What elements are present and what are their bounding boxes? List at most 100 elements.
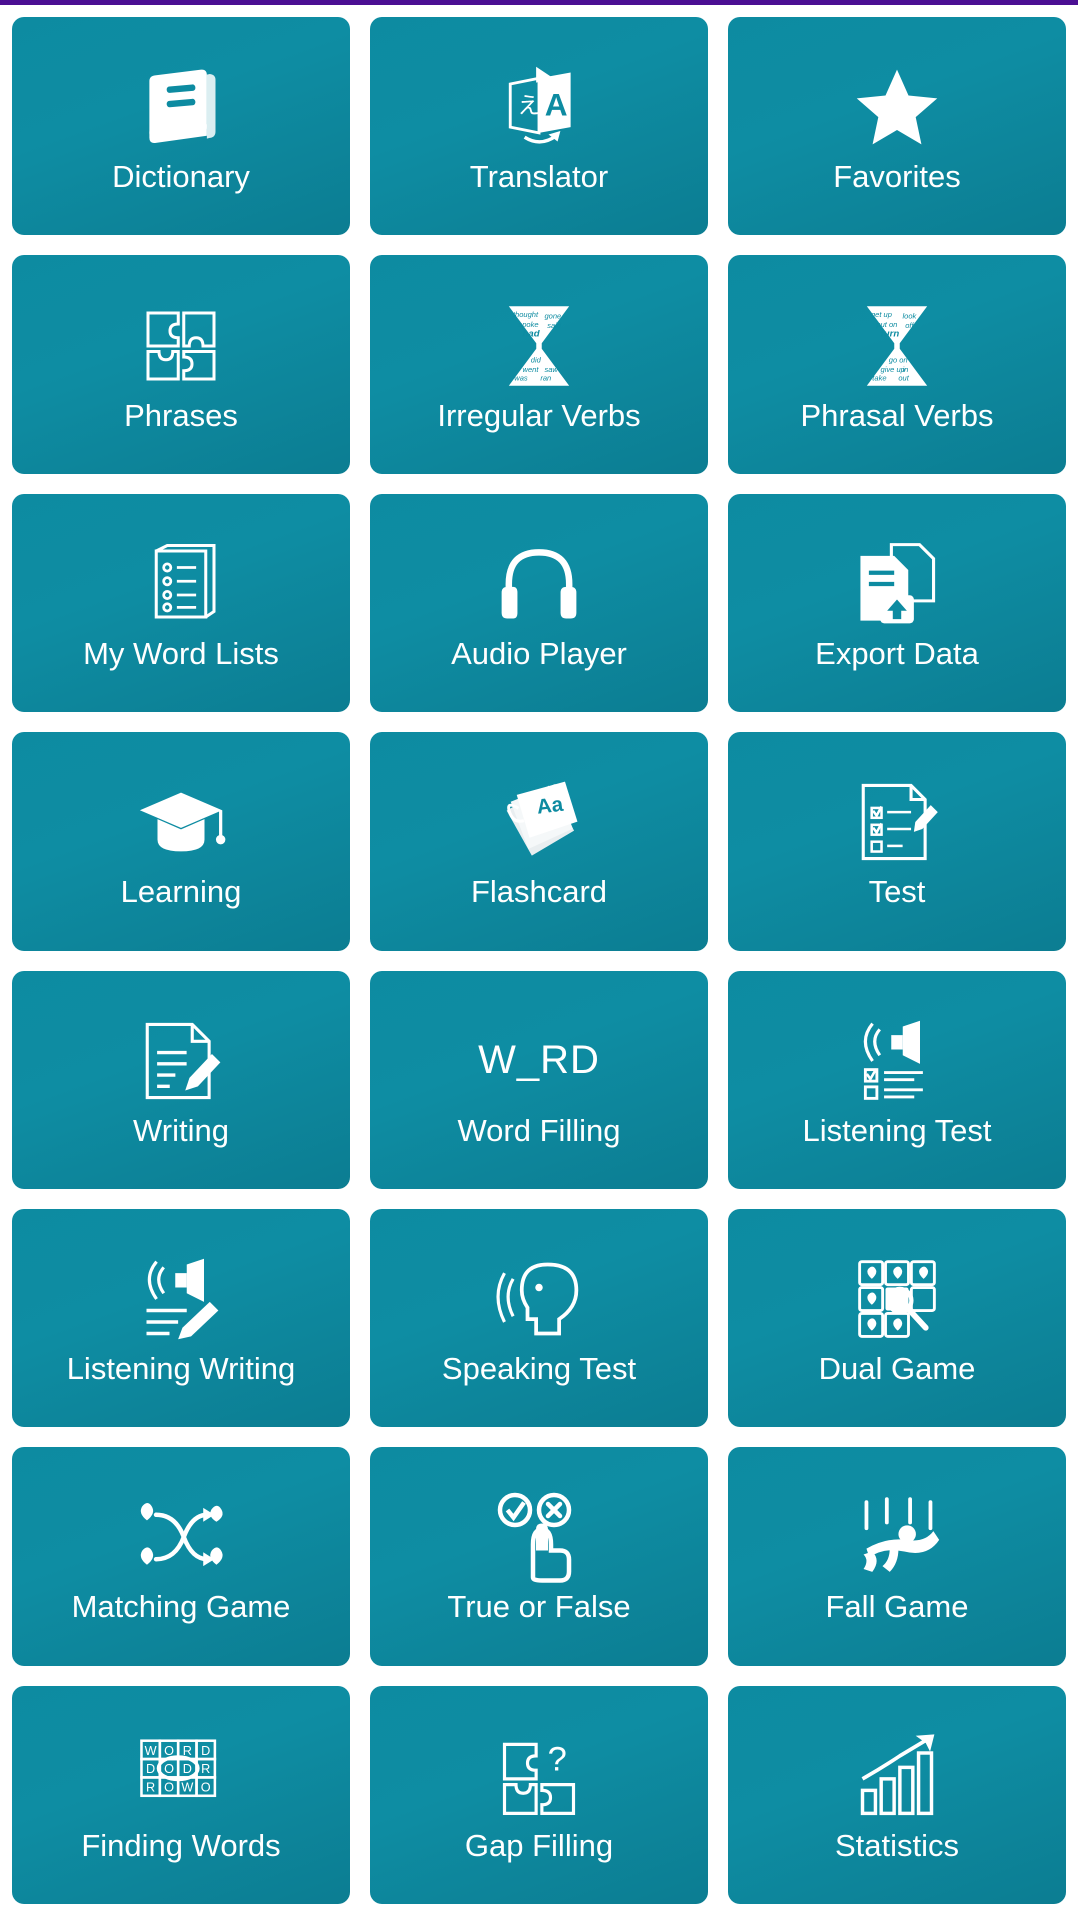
feature-tile-grid: Dictionary え A Translator Favorites Phra…	[0, 5, 1078, 1920]
falling-person-icon	[849, 1488, 945, 1586]
svg-text:look: look	[902, 311, 917, 320]
notebook-list-icon	[137, 535, 225, 633]
svg-text:W: W	[145, 1744, 157, 1758]
word-blank-text-icon: W_RD	[478, 1012, 600, 1110]
tile-label: Export Data	[815, 635, 979, 671]
tile-label: Fall Game	[825, 1589, 969, 1625]
svg-text:turn: turn	[881, 328, 900, 339]
tile-my-word-lists[interactable]: My Word Lists	[12, 493, 350, 713]
graduation-cap-icon	[134, 773, 228, 871]
svg-text:O: O	[164, 1780, 174, 1794]
tile-true-or-false[interactable]: True or False	[370, 1447, 708, 1666]
speaker-checklist-icon	[851, 1012, 943, 1110]
svg-text:out: out	[898, 373, 909, 382]
tile-listening-test[interactable]: Listening Test	[728, 970, 1066, 1189]
true-false-hand-icon	[491, 1488, 587, 1586]
svg-text:ran: ran	[540, 373, 551, 382]
tile-finding-words[interactable]: WORD DODR ROWO Finding Words	[12, 1685, 350, 1904]
star-icon	[851, 58, 943, 156]
svg-text:had: had	[523, 328, 541, 339]
svg-text:in: in	[902, 365, 908, 374]
tile-translator[interactable]: え A Translator	[370, 17, 708, 236]
speaker-pencil-icon	[135, 1250, 227, 1348]
tile-label: Translator	[469, 159, 609, 195]
word-search-grid-icon: WORD DODR ROWO	[133, 1727, 229, 1825]
tile-writing[interactable]: Writing	[12, 970, 350, 1189]
svg-text:was: was	[514, 373, 528, 382]
tile-label: Flashcard	[470, 874, 608, 910]
tile-label: Statistics	[834, 1827, 960, 1863]
svg-text:D: D	[201, 1744, 210, 1758]
svg-text:D: D	[146, 1762, 155, 1776]
tile-irregular-verbs[interactable]: thought gone spoke said had was ran went…	[370, 255, 708, 474]
tile-gap-filling[interactable]: ? Gap Filling	[370, 1685, 708, 1904]
tile-matching-game[interactable]: Matching Game	[12, 1447, 350, 1666]
svg-text:え: え	[517, 93, 540, 119]
tile-label: Finding Words	[81, 1827, 281, 1863]
tile-label: Gap Filling	[464, 1827, 614, 1863]
tile-statistics[interactable]: Statistics	[728, 1685, 1066, 1904]
tile-label: My Word Lists	[83, 635, 279, 671]
tile-dual-game[interactable]: Dual Game	[728, 1208, 1066, 1428]
svg-text:O: O	[201, 1780, 211, 1794]
tile-flashcard[interactable]: Aa Flashcard	[370, 732, 708, 951]
tile-label: Writing	[133, 1112, 229, 1148]
tile-export-data[interactable]: Export Data	[728, 493, 1066, 713]
tile-speaking-test[interactable]: Speaking Test	[370, 1208, 708, 1428]
tile-dictionary[interactable]: Dictionary	[12, 17, 350, 236]
svg-text:saw: saw	[544, 365, 558, 374]
tile-phrases[interactable]: Phrases	[12, 255, 350, 474]
tile-listening-writing[interactable]: Listening Writing	[12, 1208, 350, 1428]
tile-label: Irregular Verbs	[437, 397, 641, 433]
tile-label: Speaking Test	[441, 1351, 637, 1387]
matching-arrows-icon	[131, 1488, 231, 1586]
tile-word-filling[interactable]: W_RD Word Filling	[370, 970, 708, 1189]
tile-test[interactable]: Test	[728, 732, 1066, 951]
tile-label: Favorites	[833, 159, 961, 195]
bar-chart-arrow-icon	[851, 1727, 943, 1825]
svg-text:R: R	[201, 1762, 210, 1776]
svg-text:A: A	[545, 87, 568, 123]
hourglass-icon: thought gone spoke said had was ran went…	[495, 297, 583, 395]
tile-label: Dual Game	[818, 1351, 976, 1387]
svg-text:go on: go on	[889, 355, 908, 364]
svg-text:W: W	[181, 1780, 193, 1794]
document-pencil-icon	[136, 1012, 226, 1110]
checklist-pencil-icon	[852, 773, 942, 871]
svg-text:get up: get up	[871, 310, 892, 319]
book-icon	[135, 58, 227, 156]
tile-label: Listening Writing	[66, 1351, 296, 1387]
svg-text:D: D	[183, 1762, 192, 1776]
tile-fall-game[interactable]: Fall Game	[728, 1447, 1066, 1666]
headphones-icon	[493, 535, 585, 633]
svg-text:off: off	[905, 321, 914, 330]
hourglass-icon: get up look put on off turn take out giv…	[853, 297, 941, 395]
svg-text:?: ?	[548, 1740, 567, 1778]
tile-label: Word Filling	[457, 1112, 621, 1148]
memory-grid-icon	[851, 1250, 943, 1348]
svg-text:thought: thought	[513, 310, 539, 319]
tile-label: Phrases	[124, 397, 238, 433]
word-blank-text: W_RD	[478, 1038, 600, 1083]
tile-learning[interactable]: Learning	[12, 732, 350, 951]
tile-phrasal-verbs[interactable]: get up look put on off turn take out giv…	[728, 255, 1066, 474]
tile-label: Test	[868, 874, 926, 910]
tile-label: Listening Test	[802, 1112, 992, 1148]
tile-audio-player[interactable]: Audio Player	[370, 493, 708, 713]
translate-icon: え A	[493, 58, 585, 156]
tile-label: Audio Player	[451, 635, 627, 671]
svg-text:give up: give up	[881, 365, 905, 374]
puzzle-icon	[137, 297, 225, 395]
puzzle-question-icon: ?	[493, 1727, 585, 1825]
speaking-head-icon	[493, 1250, 585, 1348]
export-document-icon	[852, 535, 942, 633]
svg-text:went: went	[523, 365, 540, 374]
tile-favorites[interactable]: Favorites	[728, 17, 1066, 236]
tile-label: Matching Game	[71, 1589, 291, 1625]
flashcard-icon: Aa	[491, 773, 587, 871]
svg-text:gone: gone	[544, 311, 561, 320]
svg-text:take: take	[872, 373, 886, 382]
tile-label: Phrasal Verbs	[800, 397, 994, 433]
tile-label: Learning	[120, 874, 242, 910]
svg-text:O: O	[164, 1762, 174, 1776]
